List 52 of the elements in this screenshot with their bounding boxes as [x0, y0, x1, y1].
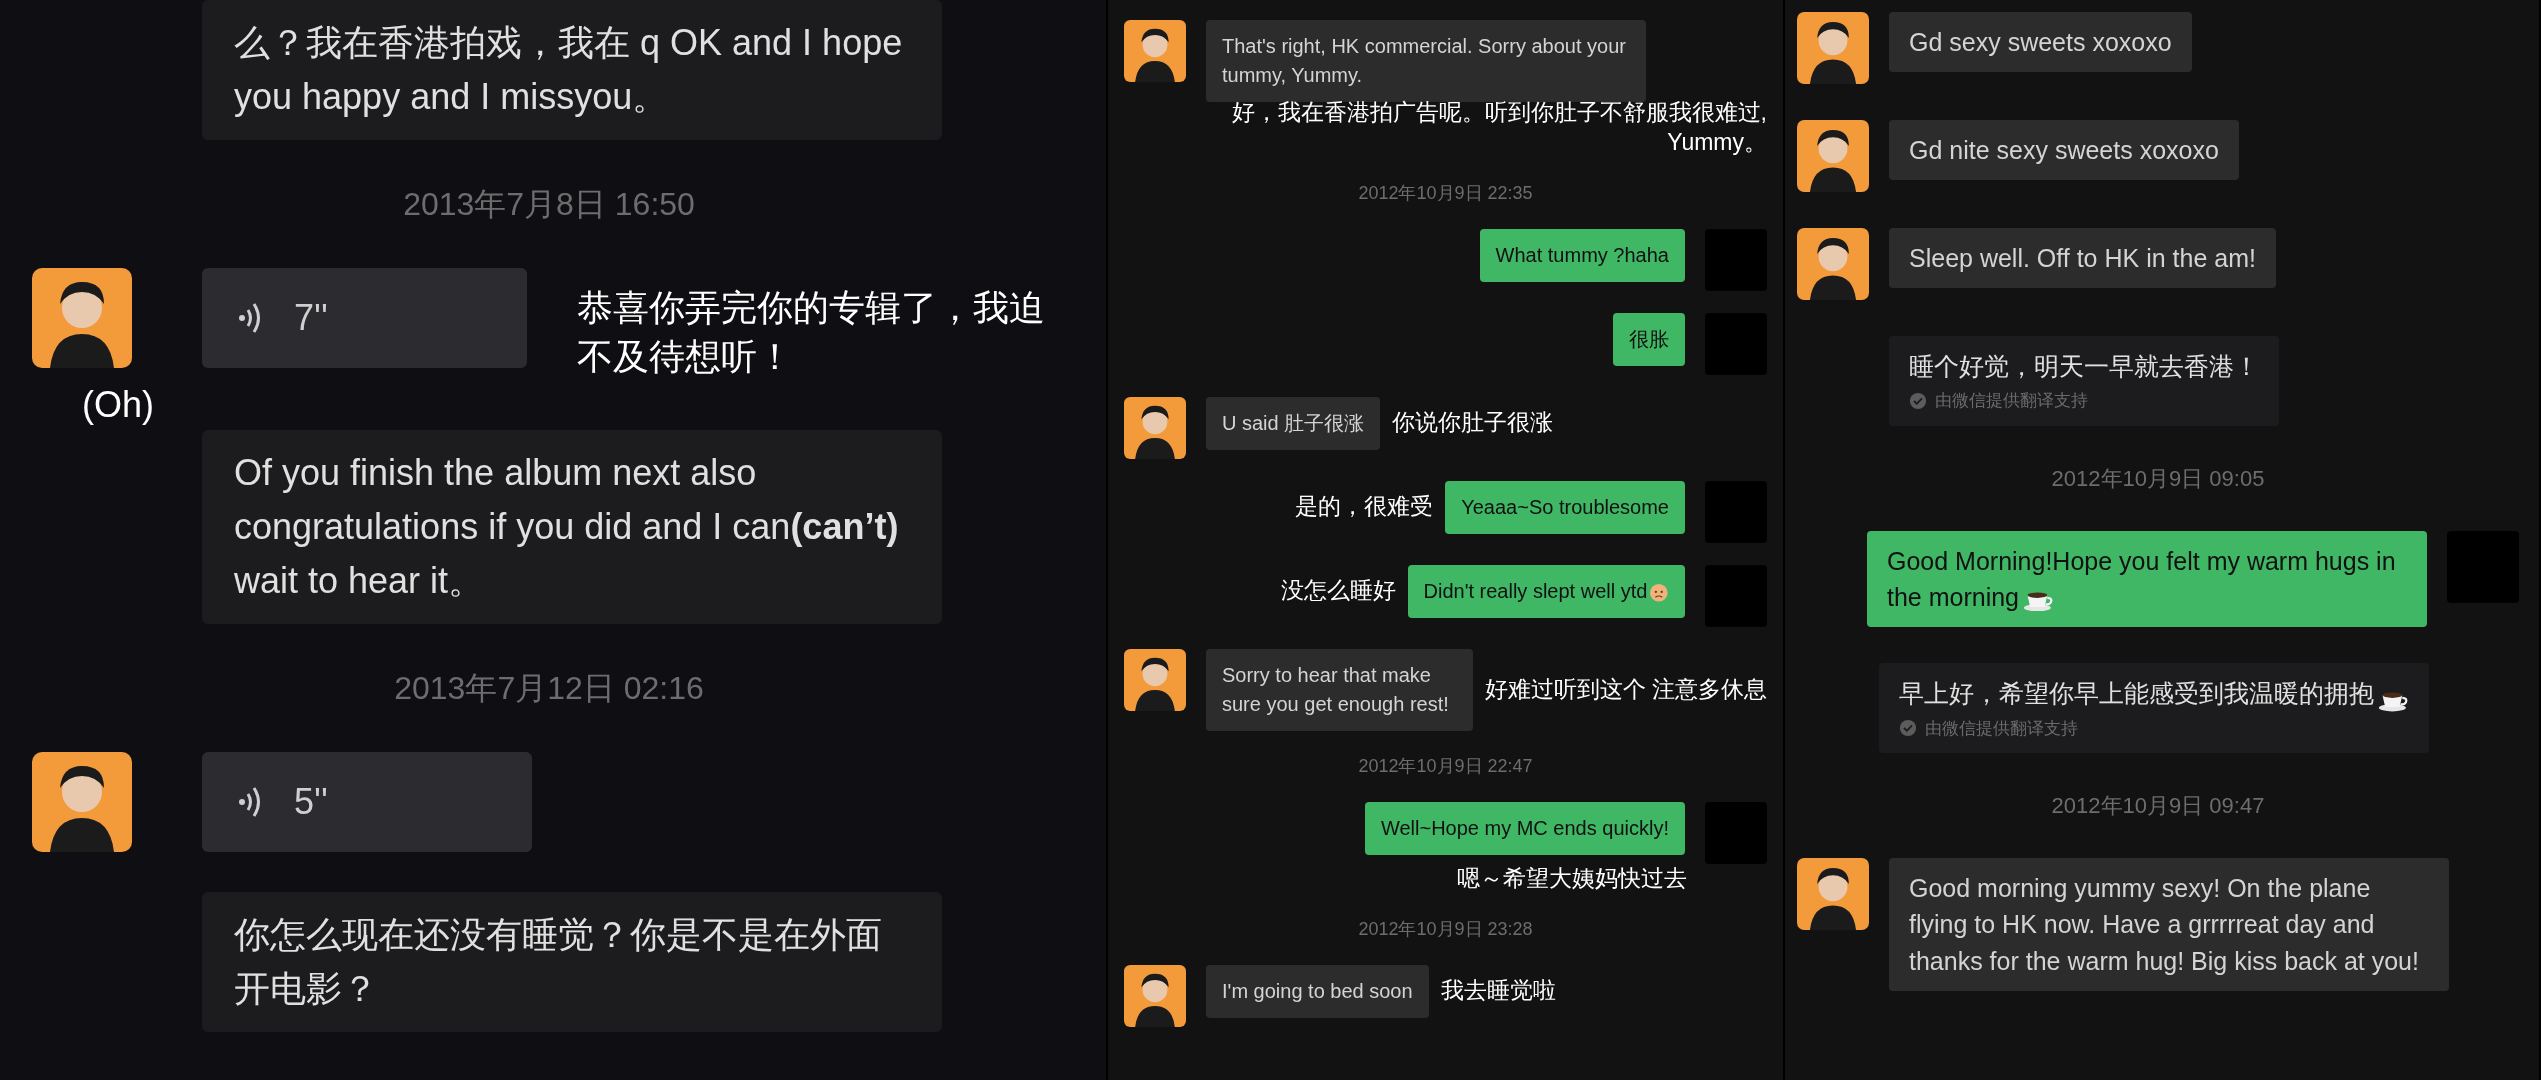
face-emoji-icon [1649, 582, 1669, 603]
translated-text: Of you finish the album next also congratulations if you did and I can(can’t) wait to hear it。 [234, 450, 900, 603]
translation-note: 是的，很难受 [1295, 492, 1434, 522]
translation-note: 好难过听到这个 注意多休息 [1484, 674, 1767, 704]
avatar-icon [1124, 964, 1186, 1027]
avatar-icon [1124, 396, 1186, 459]
avatar-icon [1797, 120, 1869, 192]
message-bubble: What tummy ?haha [1479, 228, 1685, 282]
message-bubble: Gd nite sexy sweets xoxoxo [1889, 120, 2239, 181]
translated-text: 早上好，希望你早上能感受到我温暖的拥抱 [1899, 678, 2375, 710]
check-circle-icon [1909, 392, 1927, 410]
message-bubble: Sorry to hear that make sure you get enough rest! [1206, 648, 1473, 731]
translation-credit: 由微信提供翻译支持 [1925, 717, 2079, 740]
message-bubble: That's right, HK commercial. Sorry about your tummy, Yummy. [1206, 20, 1646, 102]
avatar-icon [32, 751, 132, 852]
translated-text: 睡个好觉，明天一早就去香港！ [1909, 351, 2259, 382]
message-bubble: Gd sexy sweets xoxoxo [1889, 12, 2192, 73]
timestamp: 2012年10月9日 09:47 [2051, 792, 2265, 820]
translation-credit: 由微信提供翻译支持 [1935, 390, 2088, 413]
voice-wave-icon [238, 301, 262, 335]
timestamp: 2012年10月9日 23:28 [1358, 917, 1533, 941]
avatar-icon [1797, 228, 1869, 300]
timestamp: 2013年7月8日 16:50 [403, 185, 695, 224]
avatar-icon [1124, 20, 1186, 82]
voice-message-bubble[interactable]: 5'' [202, 751, 532, 852]
message-bubble: 很胀 [1613, 312, 1685, 366]
message-bubble: Sleep well. Off to HK in the am! [1889, 228, 2276, 289]
translation-note: 恭喜你弄完你的专辑了，我迫不及待想听！ [576, 286, 1046, 379]
message-bubble: Yeaaa~So troublesome [1445, 480, 1685, 534]
translation-note: 你说你肚子很涨 [1392, 408, 1554, 438]
check-circle-icon [1899, 719, 1918, 738]
message-bubble: Didn't really slept well ytd [1407, 564, 1685, 618]
timestamp: 2013年7月12日 02:16 [394, 668, 704, 708]
avatar-icon [1797, 858, 1869, 930]
timestamp: 2012年10月9日 09:05 [2051, 464, 2265, 493]
translation-note: 我去睡觉啦 [1440, 976, 1556, 1006]
timestamp: 2012年10月9日 22:47 [1358, 754, 1533, 778]
translation-note: 没怎么睡好 [1280, 576, 1396, 606]
annotation-text: (Oh) [82, 383, 154, 428]
message-bubble: Good morning yummy sexy! On the plane flying to HK now. Have a grrrrreat day and thanks for the warm hug! Big kiss back at you! [1889, 858, 2449, 991]
timestamp: 2012年10月9日 22:35 [1358, 181, 1533, 205]
avatar-icon [1124, 648, 1186, 711]
voice-message-bubble[interactable]: 7'' [202, 268, 527, 368]
translated-text: 么？我在香港拍戏，我在 q OK and I hope you happy and I missyou。 [234, 21, 904, 119]
message-bubble: I'm going to bed soon [1206, 964, 1429, 1018]
translation-note: 嗯～希望大姨妈快过去 [1457, 863, 1687, 893]
translated-text: 你怎么现在还没有睡觉？你是不是在外面开电影？ [234, 912, 883, 1011]
avatar-icon [1797, 12, 1869, 84]
avatar-icon [32, 268, 132, 368]
message-bubble: Well~Hope my MC ends quickly! [1364, 801, 1685, 855]
message-bubble: U said 肚子很涨 [1206, 396, 1381, 450]
message-bubble: Good Morning!Hope you felt my warm hugs in the morning [1867, 530, 2427, 628]
